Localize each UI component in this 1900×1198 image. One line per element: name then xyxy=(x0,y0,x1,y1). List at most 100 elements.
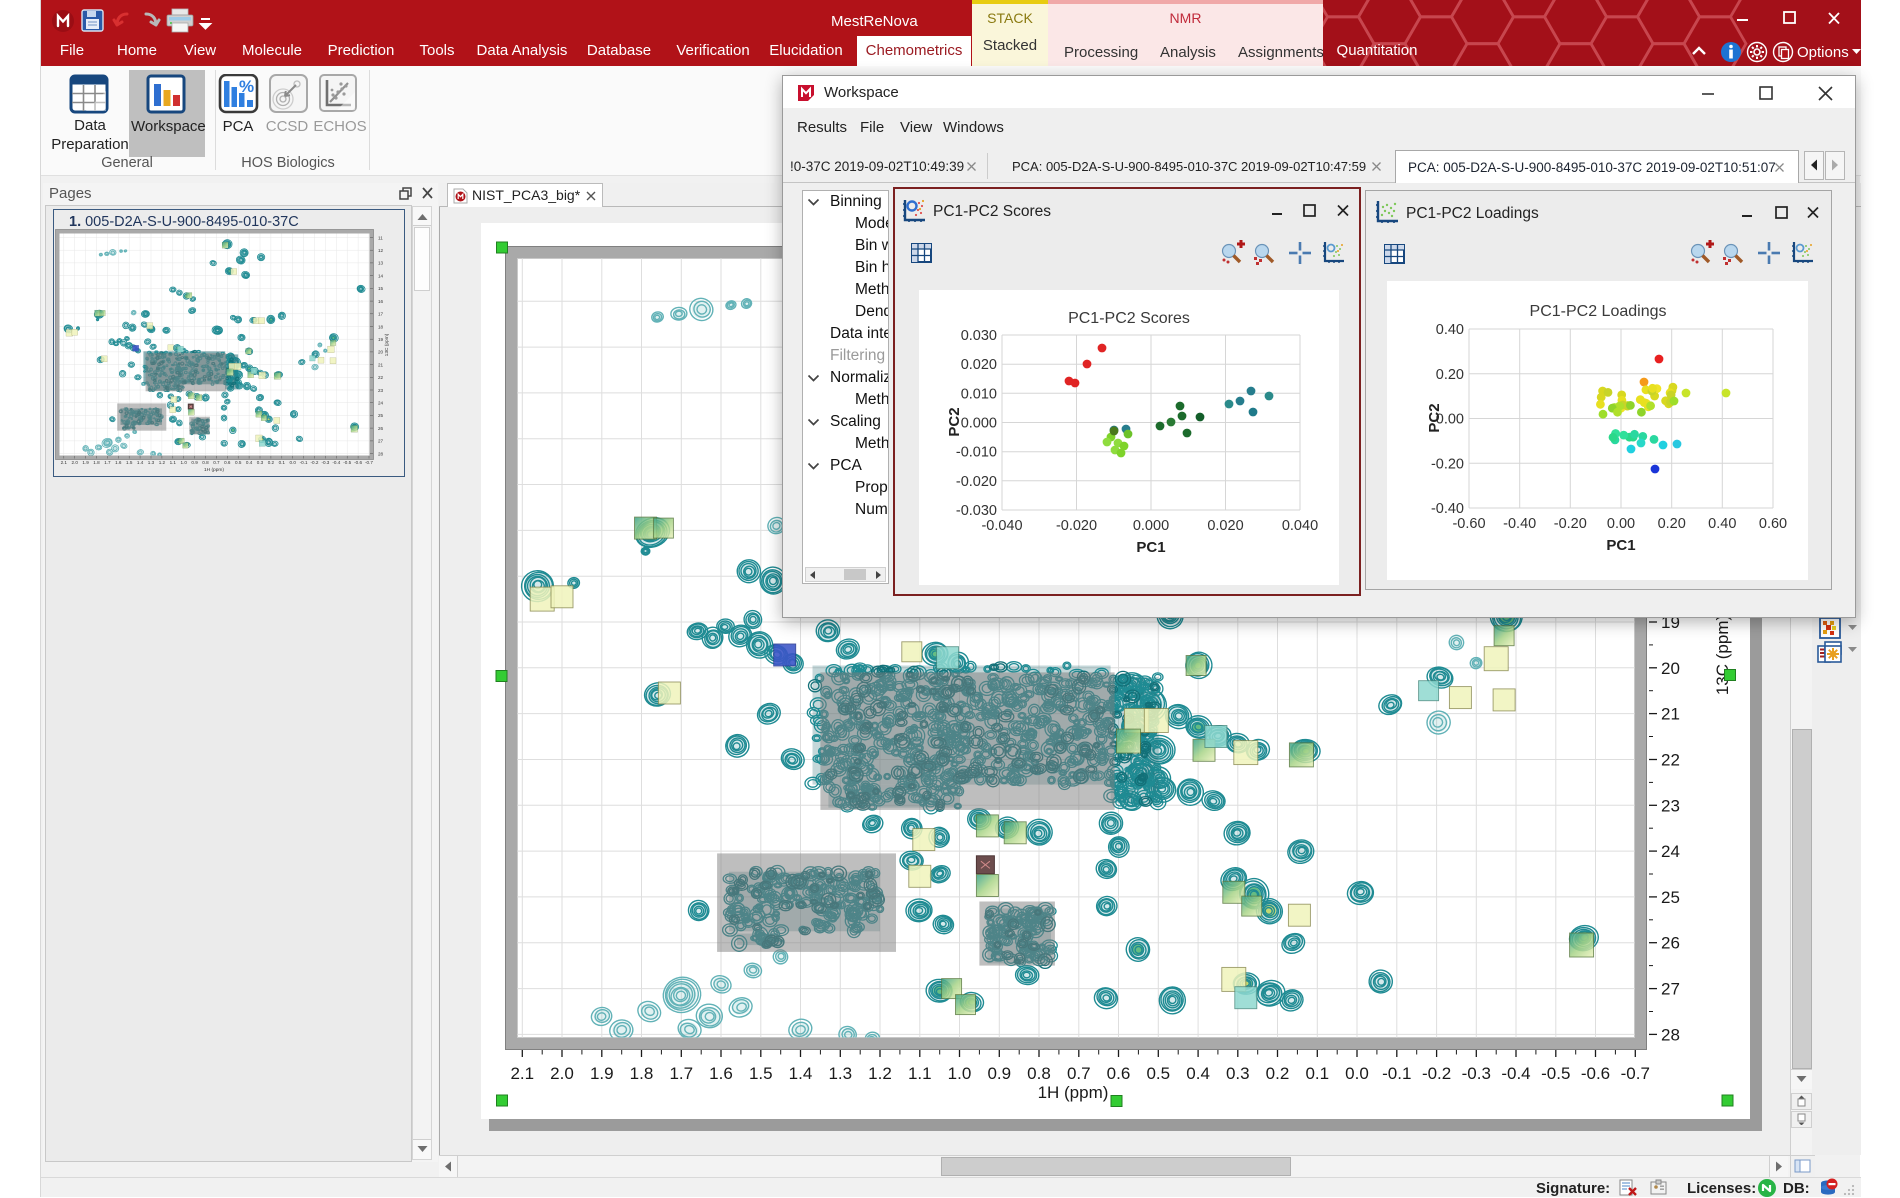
svg-text:1.9: 1.9 xyxy=(590,1064,614,1083)
svg-text:1.0: 1.0 xyxy=(181,460,188,465)
svg-text:PC1-PC2 Scores: PC1-PC2 Scores xyxy=(1068,310,1190,327)
svg-text:14: 14 xyxy=(378,273,384,278)
svg-text:20: 20 xyxy=(378,350,384,355)
svg-text:24: 24 xyxy=(1661,842,1680,861)
svg-text:0.5: 0.5 xyxy=(235,460,242,465)
svg-text:28: 28 xyxy=(1661,1025,1680,1044)
svg-text:26: 26 xyxy=(378,426,384,431)
svg-text:1.1: 1.1 xyxy=(908,1064,932,1083)
svg-text:PC1: PC1 xyxy=(1606,537,1635,554)
svg-text:0.0: 0.0 xyxy=(290,460,297,465)
svg-text:13: 13 xyxy=(378,261,384,266)
svg-text:28: 28 xyxy=(378,451,384,456)
svg-text:0.60: 0.60 xyxy=(1759,516,1787,532)
svg-text:1.4: 1.4 xyxy=(789,1064,813,1083)
svg-text:-0.4: -0.4 xyxy=(332,460,340,465)
svg-text:18: 18 xyxy=(378,324,384,329)
svg-text:PC1: PC1 xyxy=(1136,539,1165,556)
svg-text:Options: Options xyxy=(1797,44,1849,61)
svg-text:1.7: 1.7 xyxy=(669,1064,693,1083)
svg-text:1.0: 1.0 xyxy=(948,1064,972,1083)
svg-text:-0.040: -0.040 xyxy=(981,518,1022,534)
svg-text:PC2: PC2 xyxy=(1426,403,1443,432)
svg-text:-0.20: -0.20 xyxy=(1554,516,1587,532)
svg-text:25: 25 xyxy=(1661,888,1680,907)
svg-text:-0.7: -0.7 xyxy=(1621,1064,1650,1083)
svg-text:27: 27 xyxy=(378,439,384,444)
svg-text:-0.020: -0.020 xyxy=(956,474,997,490)
svg-text:1H (ppm): 1H (ppm) xyxy=(204,467,224,473)
svg-text:0.4: 0.4 xyxy=(1186,1064,1210,1083)
svg-text:-0.010: -0.010 xyxy=(956,445,997,461)
svg-text:0.9: 0.9 xyxy=(987,1064,1011,1083)
svg-text:1.2: 1.2 xyxy=(159,460,166,465)
svg-text:0.9: 0.9 xyxy=(191,460,198,465)
svg-text:2.0: 2.0 xyxy=(550,1064,574,1083)
svg-text:2.0: 2.0 xyxy=(72,460,79,465)
svg-text:1.8: 1.8 xyxy=(93,460,100,465)
svg-text:0.00: 0.00 xyxy=(1607,516,1635,532)
svg-text:PC2: PC2 xyxy=(946,407,963,436)
svg-text:20: 20 xyxy=(1661,659,1680,678)
svg-text:1.1: 1.1 xyxy=(170,460,177,465)
svg-text:-0.2: -0.2 xyxy=(311,460,319,465)
svg-text:-0.030: -0.030 xyxy=(956,503,997,519)
svg-text:-0.1: -0.1 xyxy=(300,460,308,465)
svg-text:-0.3: -0.3 xyxy=(321,460,329,465)
svg-text:0.000: 0.000 xyxy=(961,416,997,432)
svg-text:1.9: 1.9 xyxy=(82,460,89,465)
svg-text:11: 11 xyxy=(378,235,383,240)
svg-text:-0.020: -0.020 xyxy=(1056,518,1097,534)
svg-text:24: 24 xyxy=(378,401,384,406)
svg-text:PC1-PC2 Loadings: PC1-PC2 Loadings xyxy=(1530,303,1667,320)
svg-text:19: 19 xyxy=(378,337,384,342)
svg-text:-0.60: -0.60 xyxy=(1452,516,1485,532)
svg-text:1.3: 1.3 xyxy=(148,460,155,465)
svg-text:0.4: 0.4 xyxy=(246,460,253,465)
svg-text:0.030: 0.030 xyxy=(961,328,997,344)
svg-text:1.4: 1.4 xyxy=(137,460,144,465)
svg-text:0.6: 0.6 xyxy=(1107,1064,1131,1083)
svg-text:2.1: 2.1 xyxy=(61,460,68,465)
svg-text:21: 21 xyxy=(378,362,384,367)
svg-text:25: 25 xyxy=(378,413,384,418)
svg-text:17: 17 xyxy=(378,312,384,317)
svg-text:-0.5: -0.5 xyxy=(1541,1064,1570,1083)
svg-text:1.2: 1.2 xyxy=(868,1064,892,1083)
svg-text:16: 16 xyxy=(378,299,384,304)
svg-text:0.20: 0.20 xyxy=(1436,367,1464,383)
svg-text:0.20: 0.20 xyxy=(1658,516,1686,532)
svg-text:0.2: 0.2 xyxy=(1266,1064,1290,1083)
svg-text:0.7: 0.7 xyxy=(213,460,220,465)
svg-text:1.6: 1.6 xyxy=(709,1064,733,1083)
svg-text:-0.4: -0.4 xyxy=(1501,1064,1530,1083)
svg-text:1H (ppm): 1H (ppm) xyxy=(1038,1083,1109,1102)
svg-text:0.5: 0.5 xyxy=(1146,1064,1170,1083)
svg-text:-0.40: -0.40 xyxy=(1503,516,1536,532)
svg-text:1.5: 1.5 xyxy=(126,460,133,465)
svg-text:0.7: 0.7 xyxy=(1067,1064,1091,1083)
svg-text:15: 15 xyxy=(378,286,384,291)
svg-text:22: 22 xyxy=(378,375,384,380)
svg-text:0.40: 0.40 xyxy=(1436,322,1464,338)
svg-text:%: % xyxy=(239,77,254,96)
svg-text:-0.2: -0.2 xyxy=(1422,1064,1451,1083)
svg-text:23: 23 xyxy=(1661,796,1680,815)
svg-text:0.1: 0.1 xyxy=(279,460,286,465)
svg-text:0.0: 0.0 xyxy=(1345,1064,1369,1083)
svg-text:1.6: 1.6 xyxy=(115,460,122,465)
svg-text:-0.20: -0.20 xyxy=(1431,456,1464,472)
svg-text:0.020: 0.020 xyxy=(961,357,997,373)
svg-text:-0.3: -0.3 xyxy=(1462,1064,1491,1083)
svg-text:0.8: 0.8 xyxy=(202,460,209,465)
svg-text:0.6: 0.6 xyxy=(224,460,231,465)
svg-text:0.2: 0.2 xyxy=(268,460,275,465)
svg-text:0.010: 0.010 xyxy=(961,386,997,402)
svg-text:21: 21 xyxy=(1661,705,1680,724)
svg-text:0.000: 0.000 xyxy=(1133,518,1169,534)
svg-text:1.7: 1.7 xyxy=(104,460,111,465)
svg-text:-0.6: -0.6 xyxy=(1581,1064,1610,1083)
svg-text:0.020: 0.020 xyxy=(1207,518,1243,534)
svg-text:13C (ppm): 13C (ppm) xyxy=(384,333,390,356)
svg-text:-0.40: -0.40 xyxy=(1431,501,1464,517)
